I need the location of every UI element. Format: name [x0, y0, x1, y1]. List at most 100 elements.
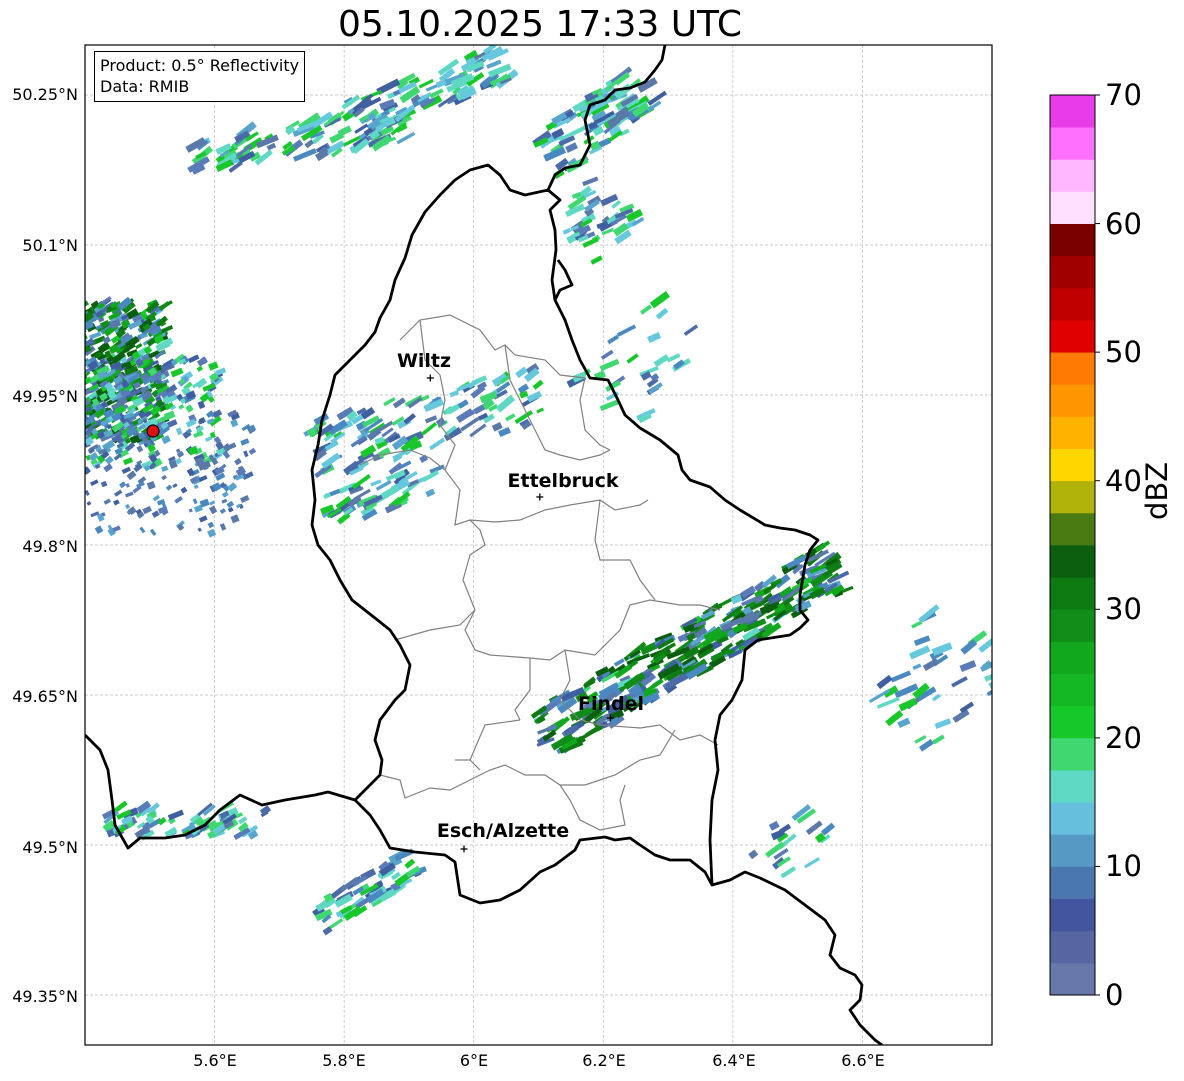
echo-cell [247, 830, 259, 840]
echo-cell [106, 387, 116, 395]
echo-cell [136, 460, 143, 466]
echo-cell [201, 462, 209, 471]
echo-cell [178, 404, 185, 410]
echo-cell [142, 826, 151, 835]
colorbar-segment [1050, 127, 1095, 160]
colorbar-segment [1050, 255, 1095, 289]
echo-cell [168, 459, 178, 469]
echo-cell [94, 525, 104, 535]
echo-cell [106, 423, 113, 430]
echo-cell [243, 450, 249, 458]
lon-label: 6.6°E [841, 1051, 885, 1070]
echo-cell [748, 849, 759, 860]
echo-cell [115, 328, 126, 339]
echo-cell [215, 441, 224, 451]
echo-cell [209, 505, 218, 515]
echo-cell [186, 428, 192, 434]
echo-cell [219, 508, 226, 515]
echo-cell [753, 594, 764, 605]
echo-cell [165, 484, 173, 491]
echo-cell [85, 313, 86, 315]
echo-cell [150, 382, 158, 389]
echo-cell [147, 443, 156, 453]
echo-cell [188, 508, 193, 513]
echo-cell [104, 350, 112, 358]
echo-cell [85, 413, 89, 421]
echo-cell [323, 892, 334, 903]
colorbar-segment [1050, 352, 1095, 385]
echo-cell [209, 500, 216, 506]
echo-cell [221, 463, 227, 469]
colorbar-tick: 30 [1105, 592, 1142, 626]
echo-cell [114, 405, 126, 415]
echo-cell [988, 681, 992, 690]
colorbar-tick: 70 [1105, 78, 1142, 112]
echo-cell [209, 431, 216, 439]
colorbar-tick: 50 [1105, 335, 1142, 369]
echo-cell [208, 361, 219, 371]
echo-cell [74, 381, 80, 385]
echo-cell [768, 820, 780, 831]
echo-cell [208, 454, 216, 462]
echo-cell [121, 815, 133, 826]
echo-cell [189, 476, 199, 484]
echo-cell [146, 480, 156, 490]
echo-cell [213, 436, 222, 444]
echo-cell [103, 463, 113, 473]
echo-cell [212, 409, 223, 419]
echo-cell [145, 814, 155, 825]
colorbar-tick: 0 [1105, 978, 1124, 1012]
echo-cell [206, 418, 215, 425]
echo-cell [143, 345, 153, 355]
echo-cell [176, 393, 184, 402]
echo-cell [212, 482, 222, 492]
lat-label: 50.25°N [12, 85, 78, 104]
echo-cell [198, 416, 206, 425]
echo-cell [240, 494, 250, 503]
echo-cell [234, 457, 242, 466]
colorbar-tick: 60 [1105, 207, 1142, 241]
echo-cell [235, 503, 242, 509]
echo-cell [227, 506, 234, 513]
echo-cell [77, 439, 82, 443]
echo-cell [185, 390, 197, 400]
echo-cell [136, 511, 145, 519]
echo-cell [104, 381, 114, 391]
lon-label: 5.6°E [193, 1051, 237, 1070]
echo-cell [248, 447, 257, 455]
map-title: 05.10.2025 17:33 UTC [337, 4, 743, 45]
echo-cell [185, 418, 197, 428]
echo-cell [85, 309, 87, 315]
echo-cell [306, 427, 318, 438]
echo-cell [100, 401, 108, 409]
echo-cell [197, 400, 206, 409]
echo-cell [85, 433, 86, 434]
colorbar-tick: 40 [1105, 464, 1142, 498]
echo-cell [160, 508, 169, 516]
echo-cell [571, 192, 582, 199]
echo-cell [449, 390, 460, 398]
echo-cell [104, 445, 112, 453]
colorbar-segment [1050, 191, 1095, 224]
echo-cell [73, 437, 80, 441]
echo-cell [161, 435, 171, 445]
echo-cell [120, 379, 130, 389]
echo-cell [175, 448, 181, 454]
echo-cell [150, 405, 162, 416]
echo-cell [138, 424, 147, 431]
echo-cell [76, 323, 82, 328]
echo-cell [155, 378, 163, 385]
colorbar-segment [1050, 866, 1095, 899]
colorbar-segment [1050, 159, 1095, 192]
echo-cell [226, 500, 235, 509]
echo-cell [111, 525, 121, 533]
echo-cell [145, 440, 153, 449]
echo-cell [85, 339, 87, 343]
echo-cell [142, 323, 151, 331]
echo-cell [74, 311, 79, 314]
echo-cell [551, 128, 565, 140]
echo-cell [196, 365, 204, 372]
echo-cell [97, 370, 108, 380]
echo-cell [127, 506, 137, 516]
echo-cell [193, 484, 199, 490]
